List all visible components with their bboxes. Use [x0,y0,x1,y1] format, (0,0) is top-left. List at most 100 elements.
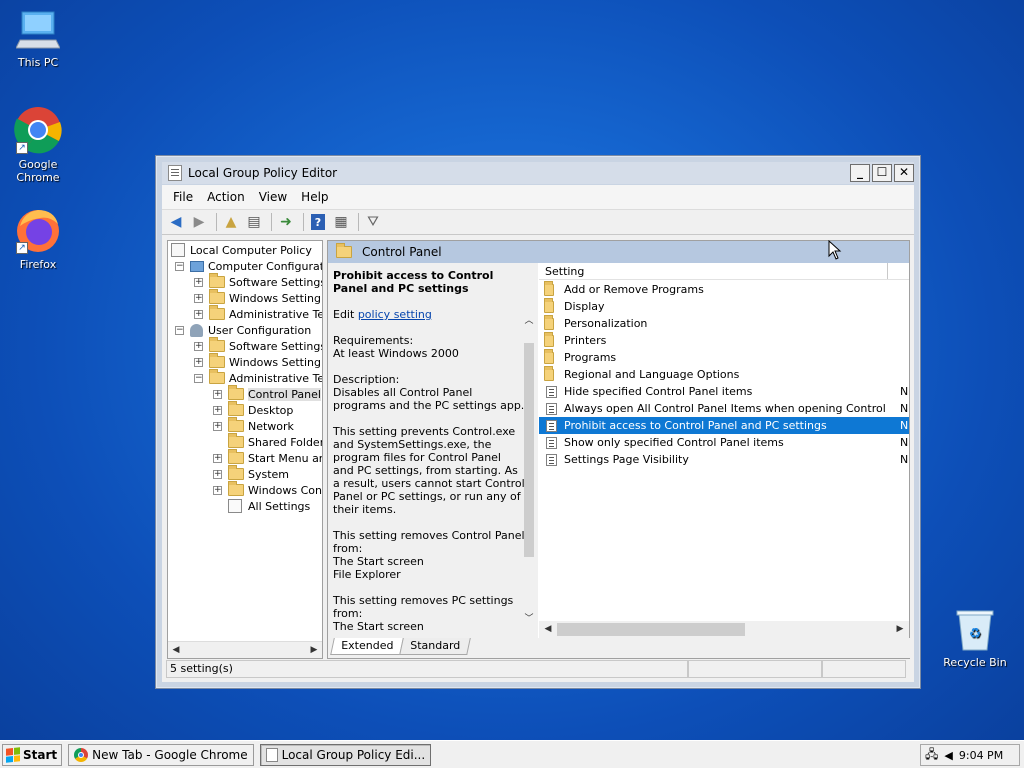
forward-arrow-icon[interactable]: ▶ [189,212,209,232]
scroll-right-icon[interactable]: ▶ [308,644,320,656]
list-item[interactable]: Programs [539,348,909,366]
tree-item-windows-settings[interactable]: + Windows Setting [194,289,321,306]
scroll-thumb[interactable] [524,343,534,557]
scroll-down-icon[interactable]: ﹀ [523,613,535,625]
tab-label: Extended [341,639,394,652]
export-list-icon[interactable]: ➜ [276,212,296,232]
volume-icon[interactable]: ◀ [944,749,952,762]
tree-item-local-computer-policy[interactable]: Local Computer Policy [171,242,312,258]
status-cell-empty [822,660,906,678]
tree-item-desktop[interactable]: + Desktop [213,401,293,418]
desktop-icon-recycle-bin[interactable]: ♻ Recycle Bin [942,608,1008,669]
tree-item-start-menu[interactable]: + Start Menu ar [213,449,322,466]
desktop-icon-label: This PC [17,56,59,69]
expand-icon[interactable]: + [213,389,222,399]
collapse-icon[interactable]: − [175,325,184,335]
list-item[interactable]: Display [539,297,909,315]
maximize-button[interactable]: ☐ [872,164,892,182]
folder-icon [544,348,554,364]
tree-horizontal-scrollbar[interactable]: ◀ ▶ [168,641,322,658]
requirements-value: At least Windows 2000 [333,347,459,360]
list-item[interactable]: Settings Page Visibility N [539,451,909,468]
collapse-icon[interactable]: − [175,261,184,271]
expand-icon[interactable]: + [213,421,222,431]
tree-item-system[interactable]: + System [213,465,289,482]
scroll-thumb[interactable] [557,623,745,636]
list-item[interactable]: Always open All Control Panel Items when… [539,400,909,417]
folder-icon [544,280,554,296]
taskbar-item-chrome[interactable]: New Tab - Google Chrome [68,743,254,766]
firefox-icon: ↗ [14,206,62,254]
network-icon[interactable]: 🖧 [925,745,938,766]
expand-icon[interactable]: + [213,469,222,479]
show-hide-tree-icon[interactable]: ▤ [244,212,264,232]
menu-action[interactable]: Action [200,190,252,204]
list-header: Setting [539,263,909,280]
desktop-icon-firefox[interactable]: ↗ Firefox [6,206,70,271]
back-arrow-icon[interactable]: ◀ [166,212,186,232]
column-separator[interactable] [887,263,888,279]
collapse-icon[interactable]: − [194,373,203,383]
list-item[interactable]: Hide specified Control Panel items N [539,383,909,400]
list-item-selected[interactable]: Prohibit access to Control Panel and PC … [539,417,909,434]
panel-header-title: Control Panel [362,245,442,259]
close-button[interactable]: ✕ [894,164,914,182]
clock[interactable]: 9:04 PM [959,749,1003,762]
scroll-right-icon[interactable]: ▶ [894,623,906,635]
tab-extended[interactable]: Extended [330,638,405,655]
tree-item-software-settings[interactable]: + Software Settings [194,273,322,290]
scroll-left-icon[interactable]: ◀ [170,644,182,656]
list-item[interactable]: Show only specified Control Panel items … [539,434,909,451]
tree-item-computer-configuration[interactable]: − Computer Configurat [175,258,322,274]
menu-view[interactable]: View [252,190,294,204]
minimize-button[interactable]: _ [850,164,870,182]
folder-icon [336,243,352,258]
expand-icon[interactable]: + [194,293,203,303]
expand-icon[interactable]: + [194,277,203,287]
taskbar-item-group-policy[interactable]: Local Group Policy Edi... [259,743,432,766]
menu-bar: File Action View Help [162,185,914,209]
menu-help[interactable]: Help [294,190,335,204]
menu-file[interactable]: File [166,190,200,204]
expand-icon[interactable]: + [194,341,203,351]
expand-icon[interactable]: + [194,309,203,319]
list-horizontal-scrollbar[interactable]: ◀ ▶ [539,621,909,638]
desktop-icon-this-pc[interactable]: This PC [6,10,70,69]
list-item[interactable]: Personalization [539,314,909,332]
recycle-bin-icon: ♻ [955,608,995,652]
tree-item-network[interactable]: + Network [213,417,294,434]
description-scrollbar[interactable]: ︿ ﹀ [521,313,537,638]
properties-icon[interactable]: ▦ [331,212,351,232]
tree-item-administrative-templates[interactable]: − Administrative Ter [194,369,322,386]
column-setting[interactable]: Setting [545,265,584,278]
tree-item-software-settings[interactable]: + Software Settings [194,337,322,354]
expand-icon[interactable]: + [213,453,222,463]
start-button[interactable]: Start [2,743,63,766]
tree-item-shared-folders[interactable]: Shared Folder [228,433,322,450]
tab-standard[interactable]: Standard [399,638,472,655]
up-folder-icon[interactable]: ▲ [221,212,241,232]
removes-pc-settings: This setting removes PC settings from: Th… [333,594,525,633]
chrome-icon [74,747,89,762]
edit-policy-setting-link[interactable]: policy setting [358,308,432,321]
folder-icon [228,433,244,448]
filter-icon[interactable]: ⛛ [363,212,383,232]
list-item[interactable]: Regional and Language Options [539,365,909,383]
tree-item-user-configuration[interactable]: − User Configuration [175,322,311,338]
expand-icon[interactable]: + [213,485,222,495]
expand-icon[interactable]: + [194,357,203,367]
desktop-icon-google-chrome[interactable]: ↗ Google Chrome [6,106,70,184]
expand-icon[interactable]: + [213,405,222,415]
tree-item-all-settings[interactable]: All Settings [228,498,310,514]
scroll-left-icon[interactable]: ◀ [542,623,554,635]
tree-item-windows-settings[interactable]: + Windows Setting [194,353,321,370]
tree-item-control-panel[interactable]: + Control Panel [213,385,321,402]
title-bar[interactable]: Local Group Policy Editor _ ☐ ✕ [162,162,914,184]
tree-item-windows-components[interactable]: + Windows Con [213,481,322,498]
policy-tree[interactable]: Local Computer Policy − Computer Configu… [167,240,323,659]
scroll-up-icon[interactable]: ︿ [523,315,535,327]
list-item[interactable]: Add or Remove Programs [539,280,909,298]
list-item[interactable]: Printers [539,331,909,349]
help-icon[interactable]: ? [308,212,328,232]
tree-item-administrative-templates[interactable]: + Administrative Ter [194,305,322,322]
